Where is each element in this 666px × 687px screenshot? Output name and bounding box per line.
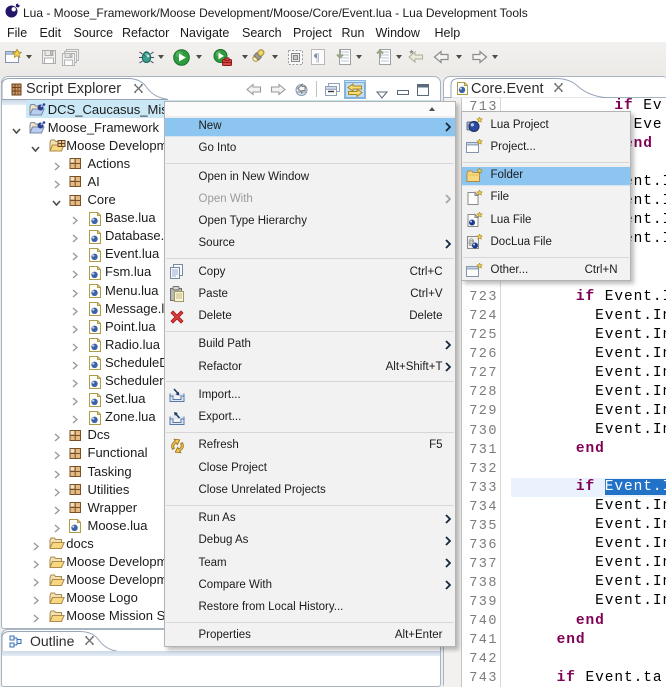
svg-text:¶: ¶ <box>314 50 320 64</box>
